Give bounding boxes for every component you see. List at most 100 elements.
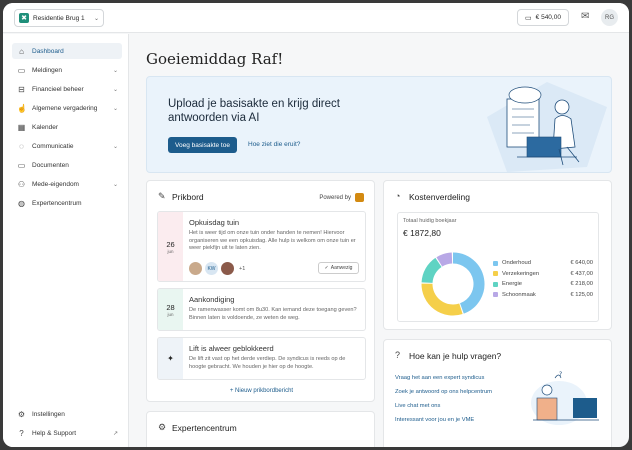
card-title: Expertencentrum [172, 423, 237, 433]
legend-value: € 125,00 [570, 291, 593, 298]
chevron-down-icon: ⌄ [112, 105, 118, 112]
help-illustration: ? [531, 371, 599, 425]
sidebar-item-documenten[interactable]: ▭ Documenten [12, 157, 122, 173]
sidebar-item-label: Algemene vergadering [32, 104, 98, 112]
upload-banner: Upload je basisakte en krijg direct antw… [146, 76, 612, 173]
avatar [189, 262, 202, 275]
property-selector[interactable]: ✖ Residentie Brug 1 ⌄ [14, 9, 104, 27]
legend-label: Onderhoud [502, 260, 532, 267]
add-basisakte-button[interactable]: Voeg basisakte toe [168, 137, 237, 153]
calendar-icon: ▦ [17, 122, 26, 132]
avatar[interactable]: RG [601, 9, 618, 26]
sidebar-item-meldingen[interactable]: ▭ Meldingen ⌄ [12, 62, 122, 78]
list-item[interactable]: 26 jun Opkuisdag tuin Het is weer tijd o… [157, 211, 366, 282]
sidebar-item-label: Mede-eigendom [32, 180, 79, 188]
extra-attendees: +1 [239, 265, 246, 272]
folder-icon: ▭ [17, 65, 26, 75]
legend-value: € 437,00 [570, 270, 593, 277]
sidebar-item-dashboard[interactable]: ⌂ Dashboard [12, 43, 122, 59]
post-date: ✦ [158, 338, 183, 379]
attend-button[interactable]: ✓ Aanwezig [318, 262, 359, 274]
chevron-down-icon: ⌄ [112, 181, 118, 188]
help-icon: ? [395, 350, 401, 360]
help-link-helpcentrum[interactable]: Zoek je antwoord op ons helpcentrum [395, 389, 492, 395]
donut-slice-verzekeringen [421, 283, 463, 316]
post-body: De lift zit vast op het derde verdiep. D… [189, 356, 346, 370]
help-link-expert[interactable]: Vraag het aan een expert syndicus [395, 375, 484, 381]
legend-swatch [493, 260, 498, 266]
chevron-down-icon: ⌄ [112, 86, 118, 93]
legend-swatch [493, 271, 498, 277]
sidebar-item-mede-eigendom[interactable]: ⚇ Mede-eigendom ⌄ [12, 176, 122, 192]
prikbord-card: ✎ Prikbord Powered by 26 jun Opkuisdag t… [146, 180, 375, 402]
post-day: 26 [166, 239, 175, 249]
sidebar-item-instellingen[interactable]: ⚙ Instellingen [12, 406, 122, 422]
post-body: Het is weer tijd om onze tuin onder hand… [189, 230, 356, 252]
wallet-button[interactable]: ▭ € 540,00 [517, 9, 569, 26]
sidebar-item-financieel-beheer[interactable]: ⊟ Financieel beheer ⌄ [12, 81, 122, 97]
post-day: 28 [166, 302, 175, 312]
banner-title: Upload je basisakte en krijg direct antw… [168, 98, 340, 124]
property-logo-icon: ✖ [19, 13, 29, 23]
cost-subtitle: Totaal huidig boekjaar [403, 218, 457, 224]
legend-label: Energie [502, 281, 522, 288]
legend-label: Verzekeringen [502, 270, 540, 277]
finance-icon: ⊟ [18, 84, 25, 94]
app-window: ✖ Residentie Brug 1 ⌄ ▭ € 540,00 ✉ RG ⌂ … [3, 3, 629, 447]
sidebar-item-help-support[interactable]: ? Help & Support ↗ [12, 425, 122, 441]
external-link-icon: ↗ [112, 430, 118, 437]
legend-swatch [493, 292, 498, 298]
attendees: KW +1 [189, 262, 245, 275]
avatar: KW [205, 262, 218, 275]
home-icon: ⌂ [19, 46, 24, 56]
pin-icon: ✎ [158, 191, 166, 201]
property-name: Residentie Brug 1 [33, 14, 85, 22]
sidebar-item-label: Kalender [32, 123, 59, 131]
sidebar-item-communicatie[interactable]: ◌ Communicatie ⌄ [12, 138, 122, 154]
sidebar-item-label: Communicatie [32, 142, 74, 150]
donut-slice-onderhoud [452, 252, 485, 314]
check-icon: ✓ [324, 265, 329, 271]
example-link[interactable]: Hoe ziet die eruit? [248, 141, 300, 148]
chat-icon: ◌ [19, 141, 24, 151]
help-link-vme[interactable]: Interessant voor jou en je VME [395, 417, 474, 423]
post-title: Opkuisdag tuin [189, 218, 240, 227]
legend-swatch [493, 281, 498, 287]
post-body: De ramenwasser komt om 8u30. Kan iemand … [189, 307, 357, 321]
legend-value: € 218,00 [570, 281, 593, 288]
card-title: Hoe kan je hulp vragen? [409, 351, 502, 361]
sidebar-item-expertencentrum[interactable]: ◍ Expertencentrum [12, 195, 122, 211]
legend-row: Energie € 218,00 [493, 279, 593, 290]
wallet-balance: € 540,00 [535, 14, 561, 21]
sidebar-item-label: Instellingen [32, 410, 65, 418]
page-title: Goeiemiddag Raf! [146, 50, 284, 68]
sidebar-item-kalender[interactable]: ▦ Kalender [12, 119, 122, 135]
sidebar-item-label: Documenten [32, 161, 69, 169]
users-icon: ⚇ [17, 179, 26, 189]
list-item[interactable]: ✦ Lift is alweer geblokkeerd De lift zit… [157, 337, 366, 380]
partner-logo-icon [355, 193, 364, 202]
card-title: Prikbord [172, 192, 204, 202]
powered-by: Powered by [319, 193, 364, 202]
wallet-icon: ▭ [525, 14, 532, 22]
new-post-button[interactable]: + Nieuw prikbordbericht [147, 388, 376, 394]
donut-slice-energie [421, 257, 442, 284]
help-icon: ? [19, 428, 24, 438]
attend-label: Aanwezig [330, 265, 353, 271]
sidebar-item-label: Help & Support [32, 429, 77, 437]
inbox-icon[interactable]: ✉ [581, 11, 589, 22]
sidebar-item-label: Financieel beheer [32, 85, 84, 93]
sidebar-item-algemene-vergadering[interactable]: ☝ Algemene vergadering ⌄ [12, 100, 122, 116]
cost-legend: Onderhoud € 640,00 Verzekeringen € 437,00 … [493, 258, 593, 300]
post-month: jun [167, 248, 174, 254]
post-title: Aankondiging [189, 295, 235, 304]
post-month: jun [167, 311, 174, 317]
chevron-down-icon: ⌄ [112, 143, 118, 150]
sidebar-item-label: Meldingen [32, 66, 62, 74]
folder-icon: ▭ [17, 160, 26, 170]
avatar [221, 262, 234, 275]
list-item[interactable]: 28 jun Aankondiging De ramenwasser komt … [157, 288, 366, 331]
help-link-live-chat[interactable]: Live chat met ons [395, 403, 440, 409]
help-card: ? Hoe kan je hulp vragen? Vraag het aan … [383, 339, 612, 447]
gear-icon: ⚙ [17, 409, 26, 419]
